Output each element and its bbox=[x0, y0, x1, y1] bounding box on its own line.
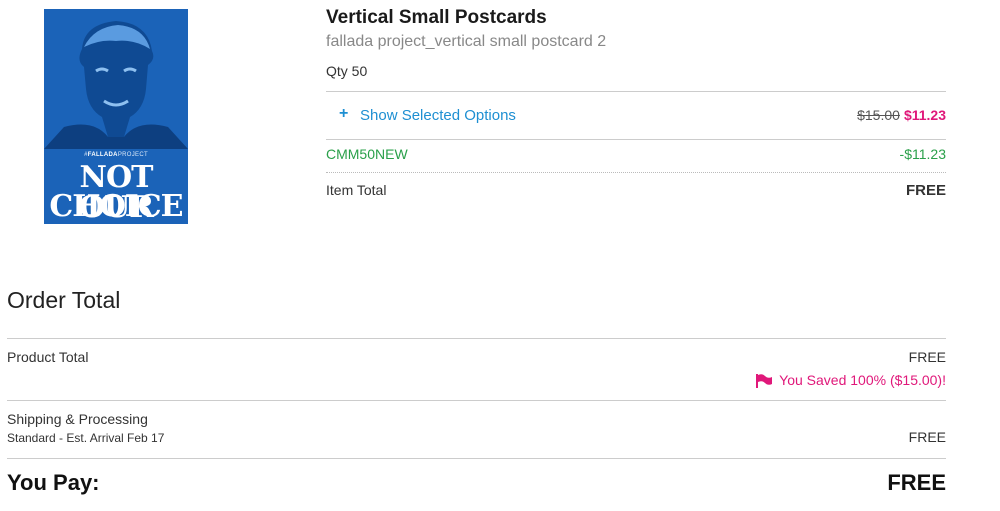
shipping-value: FREE bbox=[908, 429, 946, 445]
image-headline-line2: CHOICE bbox=[49, 189, 183, 224]
coupon-amount: -$11.23 bbox=[899, 146, 946, 162]
portrait-graphic bbox=[44, 9, 188, 149]
divider bbox=[7, 458, 946, 459]
divider bbox=[326, 139, 946, 140]
divider bbox=[7, 338, 946, 339]
divider bbox=[326, 91, 946, 92]
coupon-row: CMM50NEW -$11.23 bbox=[326, 146, 946, 162]
divider bbox=[326, 172, 946, 173]
sale-price: $11.23 bbox=[903, 107, 946, 123]
price-block: $15.00 $11.23 bbox=[857, 107, 946, 123]
shipping-detail: Standard - Est. Arrival Feb 17 bbox=[7, 431, 165, 445]
flag-icon bbox=[756, 374, 773, 389]
you-pay-label: You Pay: bbox=[7, 470, 100, 495]
item-total-row: Item Total FREE bbox=[326, 182, 946, 199]
product-total-row: Product Total FREE bbox=[7, 349, 946, 365]
item-total-value: FREE bbox=[905, 182, 946, 199]
divider bbox=[7, 400, 946, 401]
options-row: + Show Selected Options $15.00 $11.23 bbox=[326, 105, 946, 126]
item-total-label: Item Total bbox=[326, 182, 387, 198]
original-price: $15.00 bbox=[857, 107, 900, 123]
order-total-heading: Order Total bbox=[7, 287, 121, 313]
coupon-code: CMM50NEW bbox=[326, 146, 408, 162]
product-title[interactable]: Vertical Small Postcards bbox=[326, 7, 547, 29]
product-total-label: Product Total bbox=[7, 349, 89, 365]
savings-message: You Saved 100% ($15.00)! bbox=[755, 372, 946, 389]
savings-text: You Saved 100% ($15.00)! bbox=[779, 372, 946, 388]
brand-tag: #FALLADAPROJECT bbox=[84, 152, 148, 158]
plus-icon[interactable]: + bbox=[339, 105, 348, 123]
product-subtitle: fallada project_vertical small postcard … bbox=[326, 33, 607, 50]
shipping-label: Shipping & Processing bbox=[7, 411, 148, 427]
shipping-row: Shipping & Processing bbox=[7, 411, 946, 427]
product-total-value: FREE bbox=[908, 349, 946, 365]
show-options-link[interactable]: Show Selected Options bbox=[360, 107, 516, 124]
quantity-label: Qty 50 bbox=[326, 63, 368, 79]
shipping-detail-row: Standard - Est. Arrival Feb 17 FREE bbox=[7, 429, 946, 445]
you-pay-value: FREE bbox=[887, 470, 946, 495]
product-thumbnail[interactable]: #FALLADAPROJECT NOT OUR CHOICE bbox=[44, 9, 188, 224]
